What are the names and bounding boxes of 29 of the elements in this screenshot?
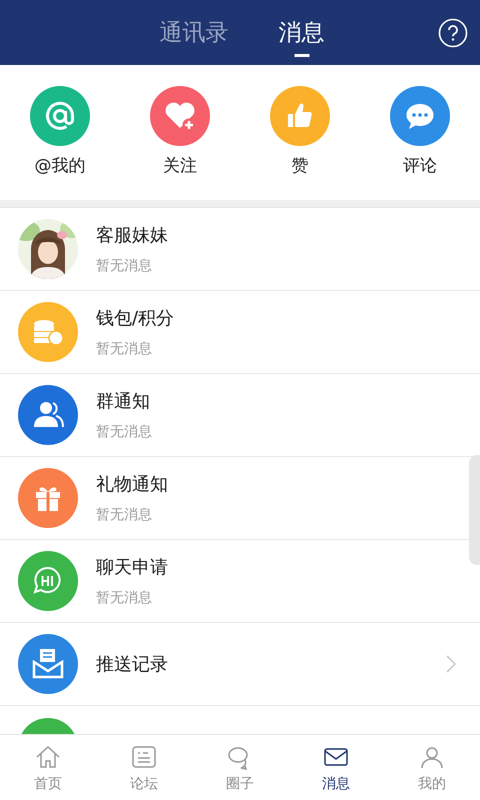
gift-icon[interactable]	[18, 468, 78, 528]
scroll-handle[interactable]	[469, 455, 480, 565]
people-icon[interactable]	[18, 385, 78, 445]
item-subtitle: 暂无消息	[96, 423, 152, 441]
help-icon[interactable]	[438, 18, 468, 48]
chat-bubble-icon[interactable]	[18, 551, 78, 611]
header-tab[interactable]: 通讯录	[158, 8, 230, 56]
at-sign-icon[interactable]	[30, 86, 90, 146]
coin-stack-icon[interactable]	[18, 302, 78, 362]
nav-tab[interactable]: 消息	[288, 735, 384, 800]
action-label: 赞	[292, 155, 308, 177]
item-title[interactable]: 群通知	[96, 389, 150, 413]
item-title[interactable]: 聊天申请	[96, 555, 168, 579]
action-label: 关注	[163, 155, 197, 177]
item-subtitle: 暂无消息	[96, 589, 152, 607]
thumbs-up-icon[interactable]	[270, 86, 330, 146]
item-title[interactable]: 礼物通知	[96, 472, 168, 496]
item-subtitle: 暂无消息	[96, 257, 152, 275]
header-tab[interactable]: 消息	[276, 8, 326, 56]
speech-bubble-icon[interactable]	[390, 86, 450, 146]
action-label: @我的	[34, 155, 86, 177]
chevron-right-icon[interactable]	[446, 655, 456, 673]
item-title[interactable]: 推送记录	[96, 652, 168, 676]
item-title[interactable]: 客服妹妹	[96, 223, 168, 247]
item-subtitle: 暂无消息	[96, 506, 152, 524]
heart-plus-icon[interactable]	[150, 86, 210, 146]
action-label: 评论	[403, 155, 437, 177]
item-title[interactable]: 钱包/积分	[96, 306, 174, 330]
item-subtitle: 暂无消息	[96, 340, 152, 358]
